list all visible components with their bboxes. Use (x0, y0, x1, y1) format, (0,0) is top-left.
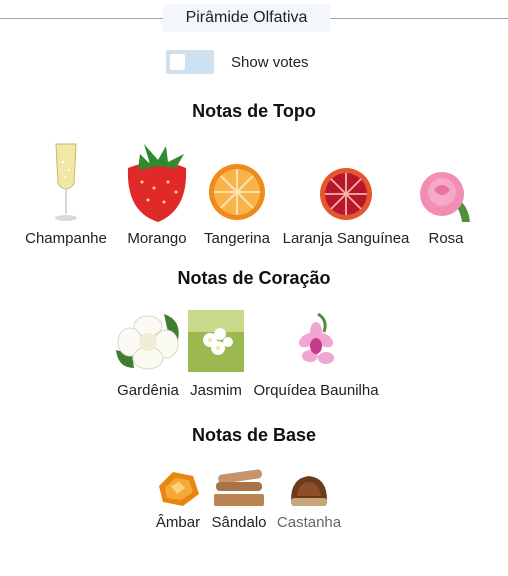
chestnut-icon (287, 466, 331, 510)
show-votes-toggle[interactable] (166, 50, 214, 74)
show-votes-label: Show votes (231, 53, 309, 71)
note-tangerina[interactable]: Tangerina (200, 142, 274, 247)
header-divider-left (0, 18, 163, 19)
note-gardenia[interactable]: Gardênia (112, 310, 184, 399)
strawberry-icon (127, 142, 187, 222)
note-morango[interactable]: Morango (118, 142, 196, 247)
champagne-icon (36, 142, 96, 221)
base-notes-row: Âmbar Sândalo Castanha (0, 466, 508, 576)
note-label: Sândalo (211, 514, 267, 531)
note-label: Laranja Sanguínea (282, 230, 410, 247)
note-champanhe[interactable]: Champanhe (22, 142, 110, 247)
rose-icon (418, 142, 474, 222)
tangerine-icon (207, 142, 267, 220)
note-laranja-sanguinea[interactable]: Laranja Sanguínea (279, 142, 413, 247)
note-label: Rosa (428, 230, 464, 247)
jasmine-icon (188, 310, 244, 372)
note-rosa[interactable]: Rosa (418, 142, 474, 247)
note-label: Morango (127, 230, 187, 247)
note-label: Gardênia (117, 382, 179, 399)
note-castanha[interactable]: Castanha (273, 466, 345, 531)
heart-notes-row: Gardênia Jasmim Orquídea Baunilha (0, 310, 508, 420)
heart-notes-title: Notas de Coração (177, 268, 331, 288)
note-ambar[interactable]: Âmbar (152, 466, 204, 531)
show-votes-row: Show votes (166, 50, 309, 74)
note-label: Jasmim (190, 382, 242, 399)
amber-icon (153, 466, 203, 510)
header-divider-right (330, 18, 508, 19)
note-label: Tangerina (204, 230, 270, 247)
top-notes-row: Champanhe Morango Tangerina Laranja Sang… (0, 142, 508, 252)
top-notes-title: Notas de Topo (192, 101, 316, 121)
gardenia-icon (112, 310, 184, 372)
vanilla-orchid-icon (288, 310, 344, 372)
note-label: Castanha (276, 514, 342, 531)
pyramid-title: Pirâmide Olfativa (163, 4, 330, 32)
toggle-knob (170, 54, 185, 70)
note-sandalo[interactable]: Sândalo (208, 466, 270, 531)
note-jasmim[interactable]: Jasmim (187, 310, 245, 399)
note-label: Âmbar (155, 514, 201, 531)
note-orquidea-baunilha[interactable]: Orquídea Baunilha (249, 310, 383, 399)
note-label: Champanhe (25, 230, 107, 247)
blood-orange-icon (316, 142, 376, 220)
note-label: Orquídea Baunilha (253, 382, 379, 399)
sandalwood-icon (212, 466, 266, 510)
base-notes-title: Notas de Base (191, 425, 317, 445)
pyramid-header: Pirâmide Olfativa (0, 0, 508, 36)
